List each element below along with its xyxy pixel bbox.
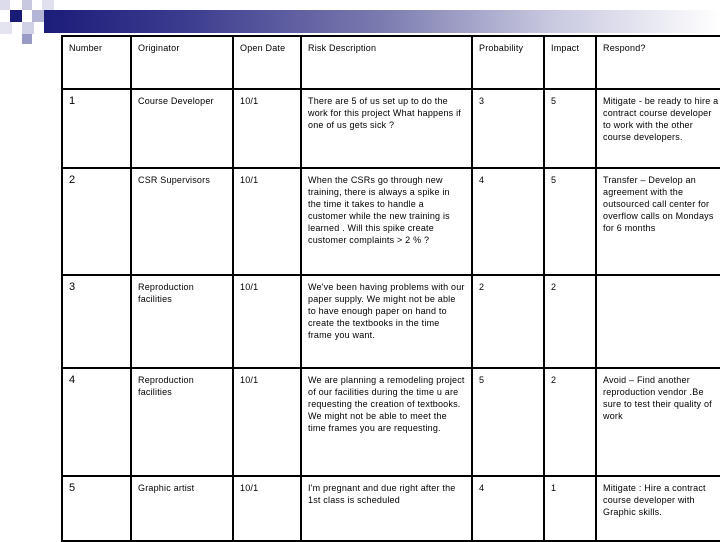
- cell-open-date: 10/1: [232, 274, 302, 369]
- table-row: 1 Course Developer 10/1 There are 5 of u…: [61, 88, 720, 169]
- cell-impact: 1: [543, 475, 597, 542]
- decorative-square: [0, 22, 12, 34]
- header-open-date: Open Date: [232, 35, 302, 90]
- cell-open-date: 10/1: [232, 475, 302, 542]
- table-row: 5 Graphic artist 10/1 I'm pregnant and d…: [61, 475, 720, 542]
- table-row: 4 Reproduction facilities 10/1 We are pl…: [61, 367, 720, 477]
- table-row: 2 CSR Supervisors 10/1 When the CSRs go …: [61, 167, 720, 276]
- decorative-square: [22, 0, 32, 10]
- cell-originator: Reproduction facilities: [130, 367, 234, 477]
- cell-open-date: 10/1: [232, 167, 302, 276]
- cell-probability: 4: [471, 167, 545, 276]
- cell-originator: CSR Supervisors: [130, 167, 234, 276]
- cell-open-date: 10/1: [232, 367, 302, 477]
- header-row: Number Originator Open Date Risk Descrip…: [61, 35, 720, 90]
- cell-number: 5: [61, 475, 132, 542]
- cell-respond: Mitigate - be ready to hire a contract c…: [595, 88, 720, 169]
- cell-description: We are planning a remodeling project of …: [300, 367, 473, 477]
- cell-respond: Avoid – Find another reproduction vendor…: [595, 367, 720, 477]
- table-row: 3 Reproduction facilities 10/1 We've bee…: [61, 274, 720, 369]
- title-banner: [44, 10, 720, 33]
- cell-description: There are 5 of us set up to do the work …: [300, 88, 473, 169]
- cell-respond: Transfer – Develop an agreement with the…: [595, 167, 720, 276]
- decorative-square: [22, 22, 34, 34]
- cell-number: 2: [61, 167, 132, 276]
- cell-originator: Graphic artist: [130, 475, 234, 542]
- cell-originator: Course Developer: [130, 88, 234, 169]
- decorative-square: [22, 34, 32, 44]
- cell-impact: 5: [543, 167, 597, 276]
- cell-description: When the CSRs go through new training, t…: [300, 167, 473, 276]
- cell-description: We've been having problems with our pape…: [300, 274, 473, 369]
- header-impact: Impact: [543, 35, 597, 90]
- header-risk-description: Risk Description: [300, 35, 473, 90]
- cell-probability: 4: [471, 475, 545, 542]
- cell-respond: Mitigate : Hire a contract course develo…: [595, 475, 720, 542]
- cell-number: 3: [61, 274, 132, 369]
- cell-impact: 2: [543, 367, 597, 477]
- decorative-square: [0, 0, 10, 10]
- cell-impact: 2: [543, 274, 597, 369]
- cell-respond: [595, 274, 720, 369]
- cell-description: I'm pregnant and due right after the 1st…: [300, 475, 473, 542]
- cell-number: 4: [61, 367, 132, 477]
- header-number: Number: [61, 35, 132, 90]
- cell-impact: 5: [543, 88, 597, 169]
- header-originator: Originator: [130, 35, 234, 90]
- cell-originator: Reproduction facilities: [130, 274, 234, 369]
- cell-probability: 3: [471, 88, 545, 169]
- risk-register-table: Number Originator Open Date Risk Descrip…: [61, 35, 720, 542]
- cell-open-date: 10/1: [232, 88, 302, 169]
- decorative-square: [10, 10, 22, 22]
- decorative-square: [42, 0, 54, 10]
- header-probability: Probability: [471, 35, 545, 90]
- header-respond: Respond?: [595, 35, 720, 90]
- cell-probability: 5: [471, 367, 545, 477]
- decorative-square: [32, 10, 44, 22]
- cell-number: 1: [61, 88, 132, 169]
- cell-probability: 2: [471, 274, 545, 369]
